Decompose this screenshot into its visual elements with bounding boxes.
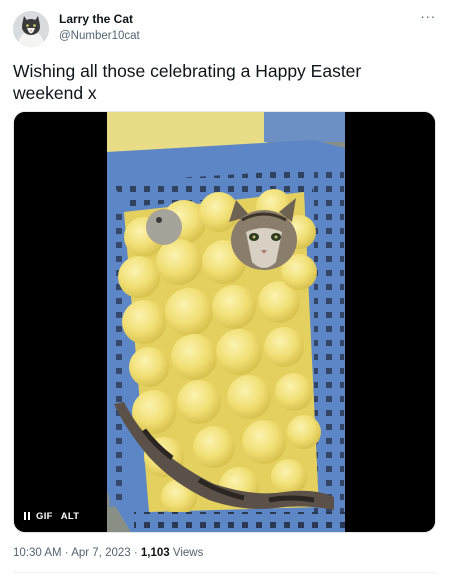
tweet-text: Wishing all those celebrating a Happy Ea… xyxy=(13,61,362,103)
cat-avatar-icon[interactable] xyxy=(13,11,49,47)
tweet-card: Larry the Cat @Number10cat ··· Wishing a… xyxy=(0,0,450,576)
meta-separator: · xyxy=(130,547,141,559)
author-names: Larry the Cat @Number10cat xyxy=(59,12,140,44)
tweet-header: Larry the Cat @Number10cat ··· xyxy=(13,8,439,49)
tweet-time[interactable]: 10:30 AM xyxy=(13,547,62,559)
views-label: Views xyxy=(169,547,204,559)
meta-separator: · xyxy=(61,547,72,559)
pause-icon[interactable] xyxy=(24,511,30,521)
tweet-date[interactable]: Apr 7, 2023 xyxy=(71,547,130,559)
gif-frame-image xyxy=(14,112,435,532)
divider xyxy=(13,572,437,573)
gif-label: GIF xyxy=(36,510,53,522)
author-handle[interactable]: @Number10cat xyxy=(59,29,140,44)
gif-badge: GIF ALT xyxy=(24,508,79,524)
views-count: 1,103 xyxy=(140,547,170,559)
gif-media[interactable]: GIF ALT xyxy=(13,111,436,533)
alt-text-button[interactable]: ALT xyxy=(61,511,80,522)
ellipsis-icon[interactable]: ··· xyxy=(417,8,439,30)
author-display-name[interactable]: Larry the Cat xyxy=(59,12,140,27)
tweet-metadata: 10:30 AM · Apr 7, 2023 · 1,103 Views xyxy=(13,546,203,560)
